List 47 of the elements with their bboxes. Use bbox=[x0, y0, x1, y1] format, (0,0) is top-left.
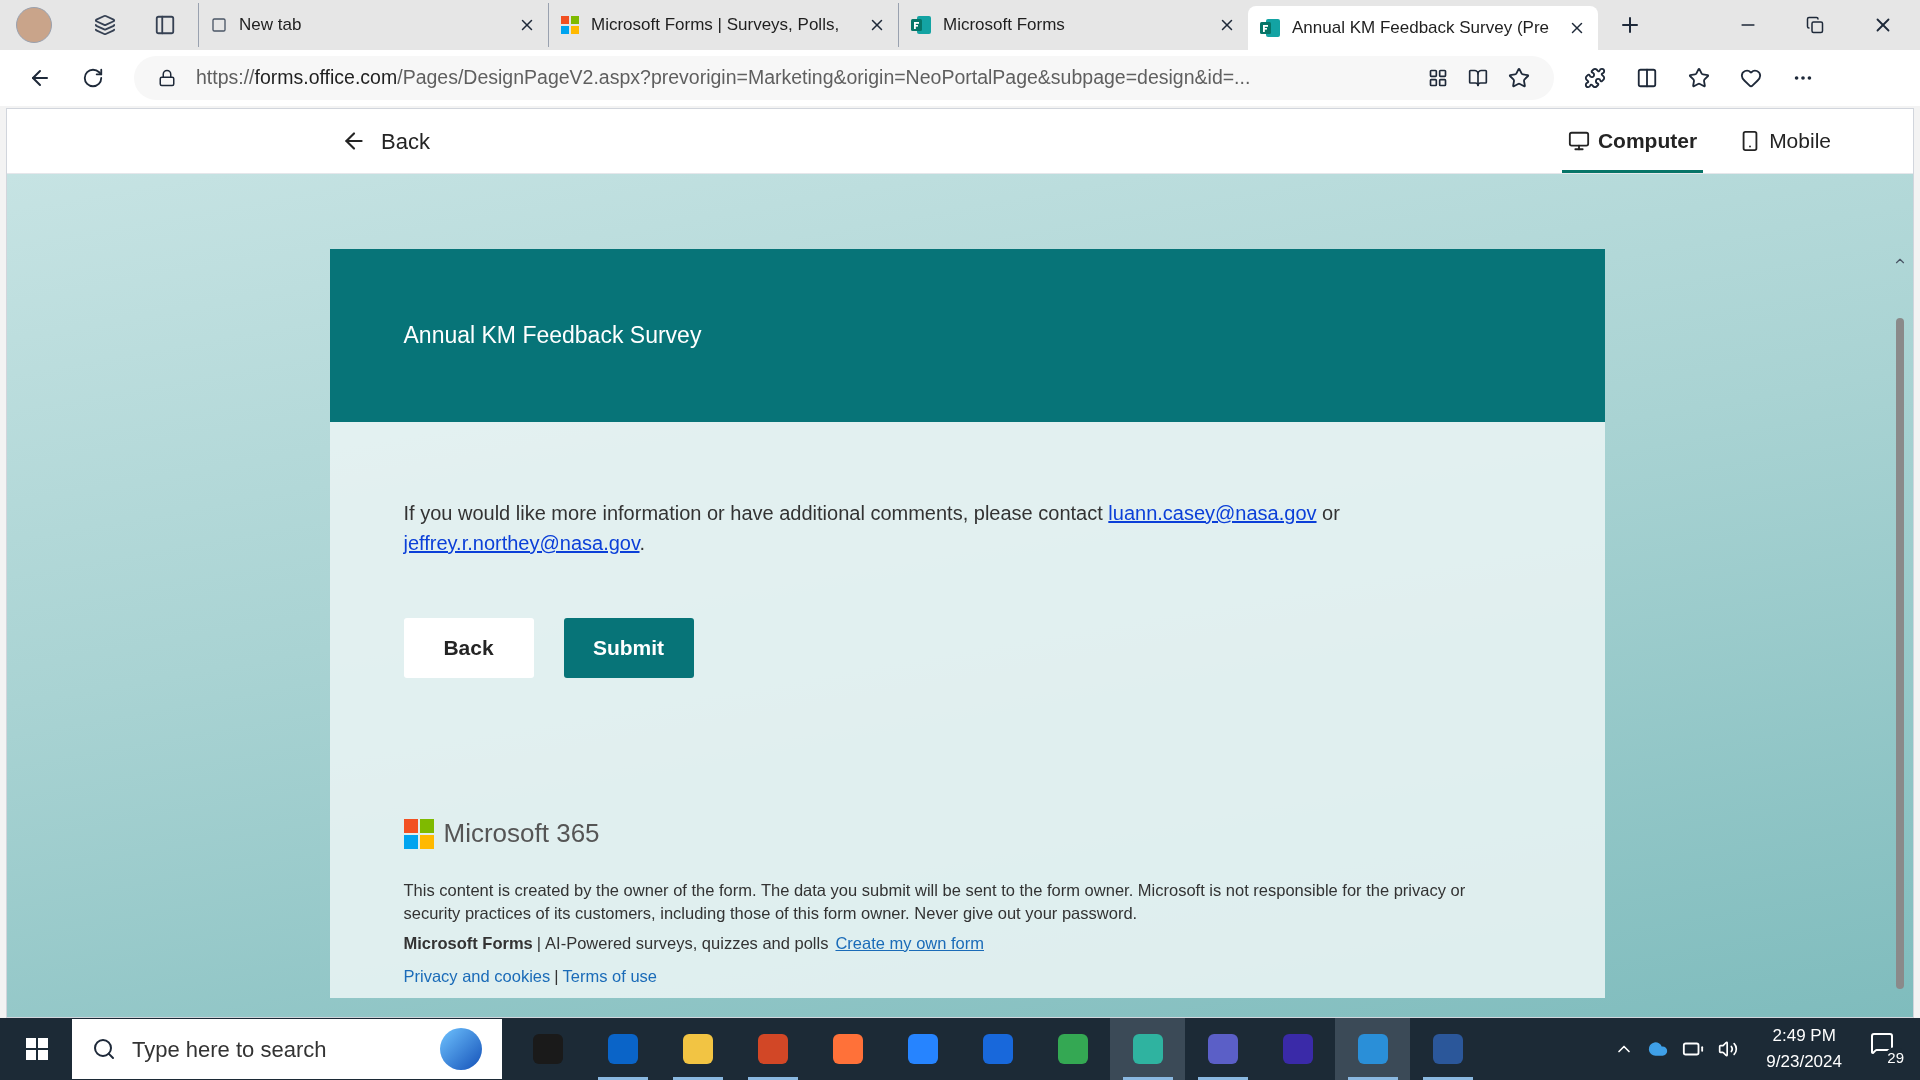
url-text: https://forms.office.com/Pages/DesignPageV2.aspx?prevorigin=Marketing&origin=NeoPortalPage&subpage=design&id=... bbox=[196, 65, 1252, 91]
heart-icon[interactable] bbox=[1740, 67, 1762, 89]
footer-link[interactable]: Terms of use bbox=[562, 963, 657, 989]
page-icon bbox=[211, 17, 227, 33]
back-button[interactable]: Back bbox=[403, 618, 534, 678]
browser-tab[interactable]: Microsoft Forms | Surveys, Polls, bbox=[548, 3, 898, 47]
taskbar-app[interactable] bbox=[1335, 1018, 1410, 1080]
split-screen-icon[interactable] bbox=[1636, 67, 1658, 89]
speaker-icon[interactable] bbox=[1718, 1039, 1739, 1059]
favorite-icon[interactable] bbox=[1508, 67, 1530, 89]
microsoft-logo-icon bbox=[403, 818, 434, 849]
forms-logo-icon bbox=[1260, 19, 1280, 37]
contact-message: If you would like more information or have additional comments, please contact luann.casey@nasa.gov or jeffrey.r.northey@nasa.gov. bbox=[403, 501, 1341, 556]
search-icon bbox=[92, 1037, 116, 1061]
footer-link[interactable]: Privacy and cookies bbox=[403, 963, 551, 989]
restore-icon[interactable] bbox=[1806, 16, 1824, 34]
view-tab[interactable]: Mobile bbox=[1733, 109, 1837, 173]
taskbar-app[interactable] bbox=[1110, 1018, 1185, 1080]
lock-icon bbox=[158, 69, 176, 87]
windows-logo-icon[interactable] bbox=[26, 1038, 48, 1060]
disclaimer-text: This content is created by the owner of the form. The data you submit will be sent to the form owner. Microsoft is not responsible for the privacy or security practices of its customers, including those of this form owner. Never give out your password. bbox=[403, 880, 1467, 924]
forms-logo-icon bbox=[911, 16, 931, 34]
brand-name: Microsoft 365 bbox=[443, 817, 600, 850]
favorites-list-icon[interactable] bbox=[1688, 67, 1710, 89]
email-link[interactable]: luann.casey@nasa.gov bbox=[1108, 502, 1317, 524]
form-title: Annual KM Feedback Survey bbox=[403, 321, 702, 351]
product-name: Microsoft Forms bbox=[403, 933, 533, 954]
four-squares-icon bbox=[561, 16, 579, 34]
refresh-icon[interactable] bbox=[82, 67, 104, 89]
separator: | bbox=[554, 965, 559, 987]
back-link[interactable]: Back bbox=[341, 124, 430, 158]
notifications-icon[interactable] bbox=[1870, 1031, 1894, 1055]
browser-tab[interactable]: New tab bbox=[198, 3, 548, 47]
email-link[interactable]: jeffrey.r.northey@nasa.gov bbox=[403, 532, 640, 554]
search-field[interactable]: Type here to search bbox=[72, 1019, 502, 1079]
submit-button[interactable]: Submit bbox=[563, 618, 694, 678]
create-form-link[interactable]: Create my own form bbox=[835, 931, 984, 956]
browser-tab[interactable]: Annual KM Feedback Survey (Pre bbox=[1248, 6, 1598, 50]
tagline: AI-Powered surveys, quizzes and polls bbox=[545, 933, 829, 954]
globe-illustration-icon bbox=[440, 1028, 482, 1070]
extensions-icon[interactable] bbox=[1584, 67, 1606, 89]
cloud-icon[interactable] bbox=[1648, 1039, 1669, 1059]
separator: | bbox=[536, 933, 542, 954]
monitor-icon bbox=[1567, 130, 1590, 152]
browser-tab[interactable]: Microsoft Forms bbox=[898, 3, 1248, 47]
clock[interactable]: 2:49 PM 9/23/2024 bbox=[1766, 1023, 1842, 1075]
address-bar[interactable]: https://forms.office.com/Pages/DesignPageV2.aspx?prevorigin=Marketing&origin=NeoPortalPage&subpage=design&id=... bbox=[134, 56, 1554, 100]
